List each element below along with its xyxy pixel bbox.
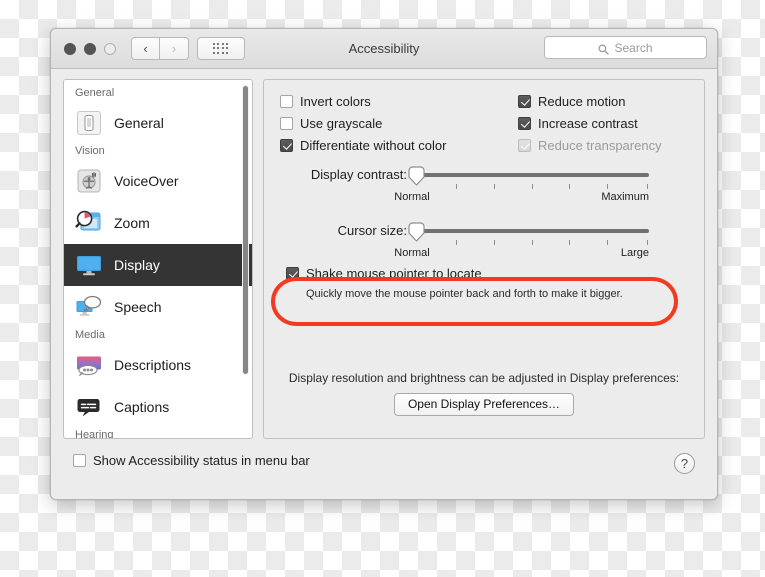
- open-display-preferences-button[interactable]: Open Display Preferences…: [393, 393, 575, 416]
- sidebar-list: General General Vision VoiceOver Zoom Di…: [64, 80, 252, 439]
- descriptions-icon: [75, 351, 103, 379]
- slider-min-label: Normal: [394, 191, 430, 203]
- slider-ticks: [414, 184, 649, 191]
- checkbox-box[interactable]: [286, 267, 299, 280]
- slider-max-label: Large: [620, 247, 649, 259]
- category-sidebar: General General Vision VoiceOver Zoom Di…: [63, 79, 253, 439]
- checkbox-label: Differentiate without color: [300, 138, 447, 153]
- sidebar-item-captions[interactable]: Captions: [64, 386, 252, 428]
- cursor-size-label: Cursor size:: [337, 223, 407, 238]
- checkbox-differentiate-without-color[interactable]: Differentiate without color: [280, 138, 446, 153]
- window-body: General General Vision VoiceOver Zoom Di…: [51, 69, 717, 499]
- checkbox-label: Reduce motion: [538, 94, 626, 109]
- slider-min-label: Normal: [394, 247, 430, 259]
- checkbox-increase-contrast[interactable]: Increase contrast: [518, 116, 662, 131]
- search-placeholder: Search: [614, 40, 653, 55]
- speech-icon: [75, 293, 103, 321]
- display-contrast-label: Display contrast:: [310, 167, 407, 182]
- search-input[interactable]: Search: [544, 36, 707, 59]
- checkbox-reduce-transparency: Reduce transparency: [518, 138, 662, 153]
- sidebar-item-label: VoiceOver: [114, 173, 179, 189]
- sidebar-scrollbar-thumb[interactable]: [242, 85, 249, 375]
- sidebar-item-zoom[interactable]: Zoom: [64, 202, 252, 244]
- slider-track: [414, 229, 649, 233]
- slider-thumb[interactable]: [408, 222, 425, 242]
- checkbox-use-grayscale[interactable]: Use grayscale: [280, 116, 446, 131]
- checkbox-box[interactable]: [280, 139, 293, 152]
- checkbox-label: Use grayscale: [300, 116, 383, 131]
- slider-track: [414, 173, 649, 177]
- display-preferences-note: Display resolution and brightness can be…: [288, 371, 680, 385]
- slider-thumb[interactable]: [408, 166, 425, 186]
- cursor-size-slider-row: Cursor size: Normal Large: [338, 222, 649, 259]
- display-contrast-slider[interactable]: Normal Maximum: [394, 166, 649, 203]
- sidebar-item-general[interactable]: General: [64, 102, 252, 144]
- sidebar-item-label: Descriptions: [114, 357, 192, 373]
- checkbox-show-accessibility-status[interactable]: Show Accessibility status in menu bar: [73, 453, 310, 468]
- sidebar-item-display[interactable]: Display: [64, 244, 252, 286]
- sidebar-scrollbar[interactable]: [241, 83, 250, 435]
- search-icon: [598, 42, 610, 55]
- cursor-size-slider[interactable]: Normal Large: [394, 222, 649, 259]
- window-footer: Show Accessibility status in menu bar ?: [51, 439, 717, 499]
- question-mark-icon: ?: [680, 456, 689, 471]
- sidebar-group-header-vision: Vision: [75, 145, 105, 157]
- sidebar-group-header-hearing: Hearing: [75, 429, 114, 439]
- slider-ticks: [414, 240, 649, 247]
- sidebar-item-speech[interactable]: Speech: [64, 286, 252, 328]
- checkbox-box: [518, 139, 531, 152]
- shake-mouse-pointer-block: Shake mouse pointer to locate Quickly mo…: [286, 266, 623, 300]
- checkbox-box[interactable]: [518, 95, 531, 108]
- checkbox-box[interactable]: [518, 117, 531, 130]
- sidebar-item-label: Speech: [114, 299, 162, 315]
- general-icon: [75, 109, 103, 137]
- panel-footer: Display resolution and brightness can be…: [264, 371, 704, 416]
- display-settings-panel: Invert colors Use grayscale Differentiat…: [263, 79, 705, 439]
- checkbox-label: Increase contrast: [538, 116, 638, 131]
- sidebar-item-descriptions[interactable]: Descriptions: [64, 344, 252, 386]
- checkbox-label: Reduce transparency: [538, 138, 662, 153]
- content-area: General General Vision VoiceOver Zoom Di…: [63, 79, 705, 439]
- checkbox-box[interactable]: [73, 454, 86, 467]
- checkbox-column-right: Reduce motion Increase contrast Reduce t…: [518, 94, 662, 160]
- shake-description: Quickly move the mouse pointer back and …: [306, 288, 623, 300]
- slider-max-label: Maximum: [601, 191, 649, 203]
- checkbox-shake-mouse-pointer[interactable]: Shake mouse pointer to locate: [286, 266, 623, 281]
- accessibility-preferences-window: ‹ › Accessibility Search General General…: [50, 28, 718, 500]
- voiceover-icon: [75, 167, 103, 195]
- sidebar-group-header-media: Media: [75, 329, 105, 341]
- zoom-icon: [75, 209, 103, 237]
- captions-icon: [75, 393, 103, 421]
- display-icon: [75, 251, 103, 279]
- sidebar-item-label: General: [114, 115, 164, 131]
- help-button[interactable]: ?: [674, 453, 695, 474]
- checkbox-invert-colors[interactable]: Invert colors: [280, 94, 446, 109]
- checkbox-label: Invert colors: [300, 94, 371, 109]
- checkbox-label: Show Accessibility status in menu bar: [93, 453, 310, 468]
- checkbox-reduce-motion[interactable]: Reduce motion: [518, 94, 662, 109]
- sidebar-item-label: Zoom: [114, 215, 150, 231]
- display-contrast-slider-row: Display contrast: Normal Maximum: [311, 166, 649, 203]
- sidebar-group-header-general: General: [75, 87, 115, 99]
- sidebar-item-label: Display: [114, 257, 160, 273]
- checkbox-box[interactable]: [280, 95, 293, 108]
- sidebar-item-label: Captions: [114, 399, 170, 415]
- checkbox-box[interactable]: [280, 117, 293, 130]
- window-titlebar: ‹ › Accessibility Search: [51, 29, 717, 69]
- checkbox-column-left: Invert colors Use grayscale Differentiat…: [280, 94, 446, 160]
- sidebar-item-voiceover[interactable]: VoiceOver: [64, 160, 252, 202]
- checkbox-label: Shake mouse pointer to locate: [306, 266, 482, 281]
